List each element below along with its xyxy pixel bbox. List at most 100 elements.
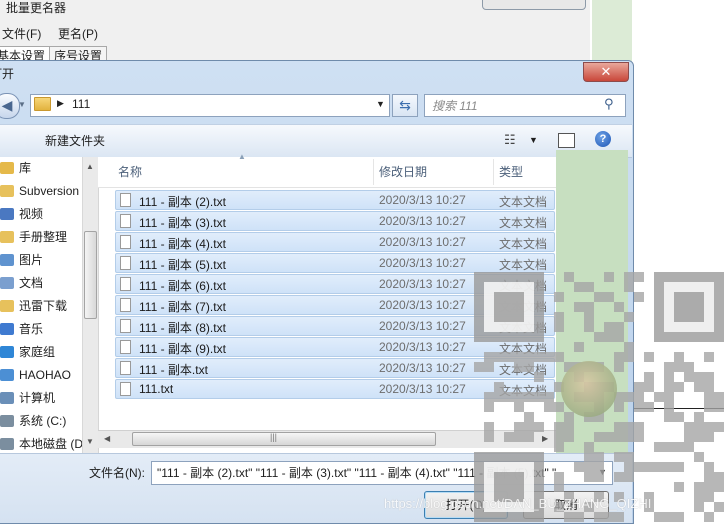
menu-file[interactable]: 文件(F) (2, 25, 41, 42)
text-file-icon (120, 235, 131, 249)
qr-module (594, 292, 604, 302)
menu-rename[interactable]: 更名(P) (58, 25, 98, 42)
nav-item[interactable]: 迅雷下载 (0, 295, 67, 317)
qr-module (584, 472, 594, 482)
document-icon (0, 277, 14, 289)
qr-module (704, 472, 714, 482)
breadcrumb-chevron-icon[interactable]: ▶ (57, 98, 64, 109)
file-date: 2020/3/13 10:27 (379, 235, 466, 249)
file-date: 2020/3/13 10:27 (379, 319, 466, 333)
qr-module (474, 362, 484, 372)
qr-module (694, 452, 704, 462)
window-controls[interactable] (482, 0, 586, 10)
horizontal-scroll-thumb[interactable] (132, 432, 436, 446)
qr-module (644, 352, 654, 362)
filename-label: 文件名(N): (89, 466, 145, 480)
refresh-icon[interactable]: ⇆ (392, 94, 418, 117)
qr-module (694, 412, 704, 422)
nav-scroll-thumb[interactable] (84, 231, 97, 319)
help-icon[interactable]: ? (595, 131, 611, 147)
qr-module (544, 392, 554, 402)
nav-item[interactable]: 计算机 (0, 387, 55, 409)
qr-module (514, 392, 524, 402)
file-date: 2020/3/13 10:27 (379, 214, 466, 228)
nav-item[interactable]: 家庭组 (0, 341, 55, 363)
nav-item-label: 库 (19, 161, 32, 175)
folder-icon (0, 300, 14, 312)
qr-module (664, 392, 674, 402)
nav-item[interactable]: 系统 (C:) (0, 410, 66, 432)
qr-module (624, 392, 634, 402)
qr-module (594, 472, 604, 482)
nav-item[interactable]: 文档 (0, 272, 43, 294)
qr-module (694, 372, 704, 382)
text-file-icon (120, 277, 131, 291)
nav-item-label: 视频 (19, 207, 44, 221)
qr-module (584, 452, 594, 462)
qr-module (484, 362, 494, 372)
nav-item-label: 文档 (19, 276, 44, 290)
nav-item[interactable]: 库 (0, 157, 31, 179)
nav-item-label: 本地磁盘 (D:) (19, 437, 91, 451)
homegroup-icon (0, 346, 14, 358)
qr-module (664, 362, 674, 372)
qr-module (674, 292, 704, 322)
qr-module (574, 462, 584, 472)
qr-module (674, 442, 684, 452)
qr-module (674, 382, 684, 392)
search-icon[interactable]: ⚲ (604, 96, 614, 112)
qr-module (684, 422, 694, 432)
qr-module (664, 402, 674, 412)
qr-module (674, 412, 684, 422)
breadcrumb-current-folder[interactable]: 111 (72, 97, 90, 111)
column-header-name[interactable]: 名称 (118, 163, 142, 180)
qr-module (674, 482, 684, 492)
scroll-down-icon[interactable]: ▼ (86, 437, 94, 446)
picture-icon (0, 254, 14, 266)
qr-module (704, 392, 714, 402)
qr-module (614, 322, 624, 332)
video-icon (0, 208, 14, 220)
qr-module (604, 322, 614, 332)
text-file-icon (120, 214, 131, 228)
nav-item[interactable]: 本地磁盘 (D:) (0, 433, 90, 455)
nav-item[interactable]: 手册整理 (0, 226, 67, 248)
column-divider[interactable] (493, 159, 494, 185)
qr-module (564, 432, 574, 442)
view-dropdown-icon[interactable]: ▼ (529, 135, 538, 145)
qr-module (514, 402, 524, 412)
qr-module (664, 372, 674, 382)
close-icon[interactable]: ✕ (583, 62, 629, 82)
qr-module (494, 382, 504, 392)
qr-module (484, 352, 494, 362)
file-date: 2020/3/13 10:27 (379, 256, 466, 270)
nav-item[interactable]: 音乐 (0, 318, 43, 340)
column-header-date[interactable]: 修改日期 (379, 163, 427, 180)
nav-item[interactable]: 图片 (0, 249, 43, 271)
qr-module (704, 462, 714, 472)
scroll-up-icon[interactable]: ▲ (86, 162, 94, 171)
qr-module (674, 462, 684, 472)
qr-module (624, 342, 634, 352)
sort-ascending-icon: ▲ (238, 152, 246, 161)
file-date: 2020/3/13 10:27 (379, 277, 466, 291)
column-header-row (98, 157, 556, 188)
scroll-left-icon[interactable]: ◀ (104, 434, 110, 443)
qr-module (524, 412, 534, 422)
qr-module (694, 382, 704, 392)
column-header-type[interactable]: 类型 (499, 163, 523, 180)
nav-item[interactable]: Subversion (0, 180, 79, 202)
address-dropdown-icon[interactable]: ▼ (376, 99, 385, 109)
nav-item[interactable]: HAOHAO (0, 364, 71, 386)
new-folder-button[interactable]: 新建文件夹 (45, 132, 105, 149)
view-options-icon[interactable]: ☷ (504, 132, 516, 148)
nav-item[interactable]: 视频 (0, 203, 43, 225)
preview-pane-icon[interactable] (558, 133, 575, 148)
nav-item-label: Subversion (19, 184, 80, 198)
qr-module (664, 512, 674, 522)
file-name: 111.txt (139, 382, 174, 396)
file-date: 2020/3/13 10:27 (379, 361, 466, 375)
column-divider[interactable] (373, 159, 374, 185)
qr-module (514, 352, 524, 362)
history-dropdown-icon[interactable]: ▼ (18, 100, 26, 109)
